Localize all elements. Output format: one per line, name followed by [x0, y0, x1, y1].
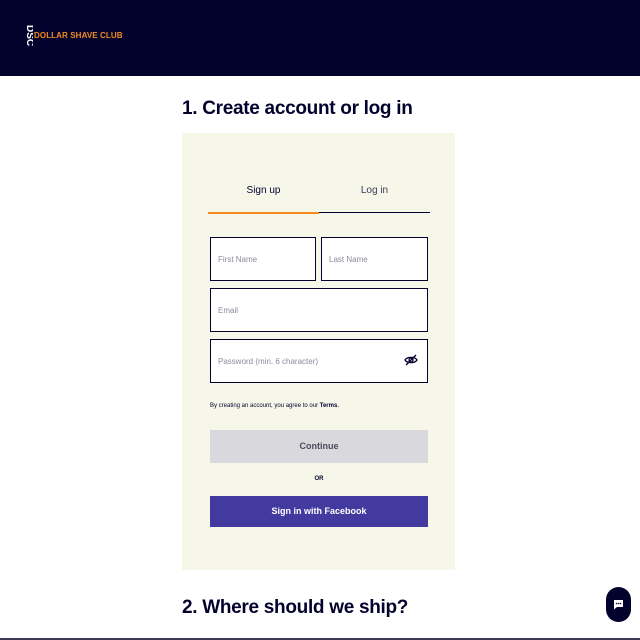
tab-signup[interactable]: Sign up: [208, 185, 319, 196]
continue-button[interactable]: Continue: [210, 430, 428, 463]
site-header: DSC DOLLAR SHAVE CLUB: [0, 0, 640, 76]
brand-name[interactable]: DOLLAR SHAVE CLUB: [34, 31, 123, 40]
step2-title: 2. Where should we ship?: [182, 597, 409, 618]
first-name-field[interactable]: [210, 237, 316, 281]
svg-text:DSC: DSC: [24, 25, 33, 46]
terms-link[interactable]: Terms: [320, 403, 338, 409]
dsc-logo-mark[interactable]: DSC: [21, 22, 33, 52]
password-field[interactable]: [210, 339, 428, 383]
eye-off-icon[interactable]: [404, 353, 418, 367]
terms-prefix: By creating an account, you agree to our: [210, 403, 320, 409]
tab-login[interactable]: Log in: [319, 185, 430, 196]
account-panel: Sign up Log in By creating an account, y…: [182, 133, 455, 570]
last-name-field[interactable]: [321, 237, 428, 281]
facebook-signin-button[interactable]: Sign in with Facebook: [210, 496, 428, 527]
step1-title: 1. Create account or log in: [182, 98, 413, 119]
chat-button[interactable]: [606, 587, 631, 622]
terms-notice: By creating an account, you agree to our…: [210, 403, 339, 409]
terms-suffix: .: [337, 403, 339, 409]
tab-divider: [319, 212, 430, 213]
email-field[interactable]: [210, 288, 428, 332]
active-tab-indicator: [208, 212, 319, 214]
or-divider: OR: [314, 476, 324, 482]
chat-bubble-icon: [614, 600, 623, 610]
